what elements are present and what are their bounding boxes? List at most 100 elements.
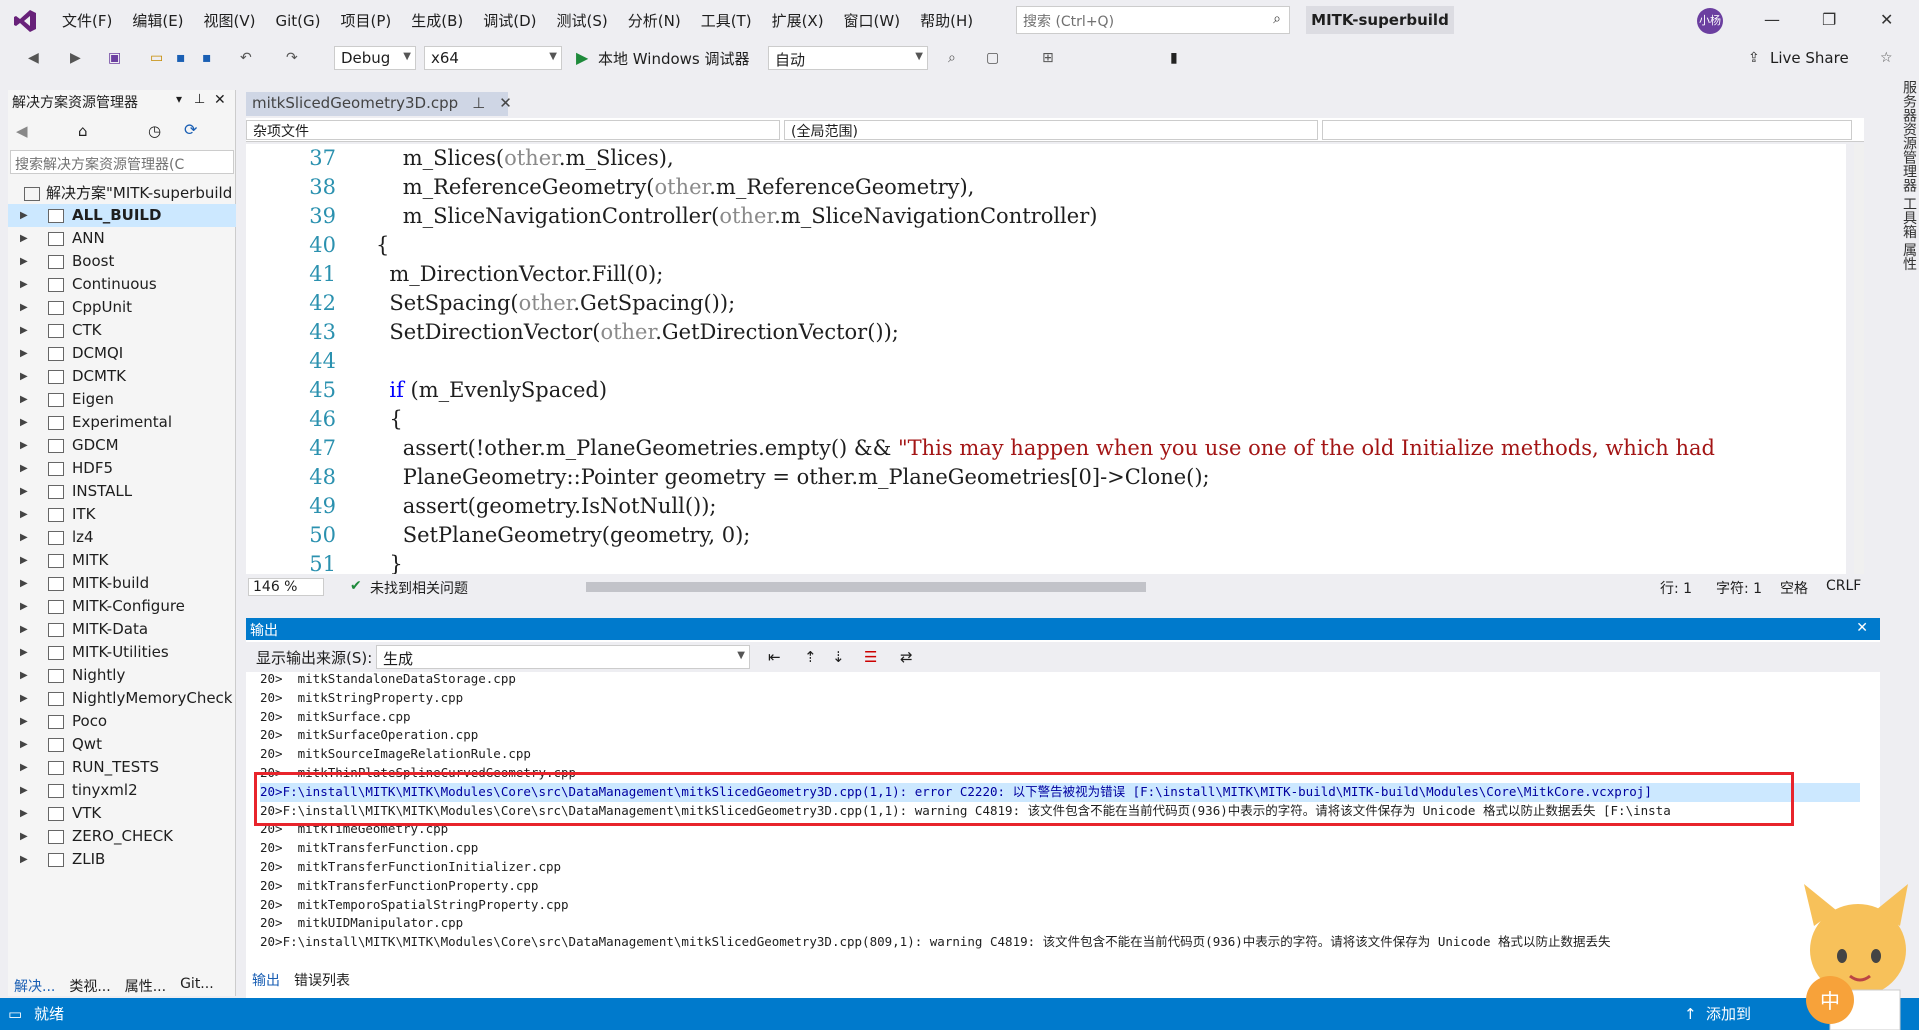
chevron-right-icon[interactable]: ▶: [20, 227, 28, 250]
tab-error-list[interactable]: 错误列表: [294, 970, 350, 990]
output-line[interactable]: 20> mitkUIDManipulator.cpp: [260, 914, 1860, 933]
tree-item[interactable]: ▶ HDF5: [8, 457, 236, 480]
minimize-icon[interactable]: —: [1764, 10, 1780, 29]
chevron-right-icon[interactable]: ▶: [20, 710, 28, 733]
output-line[interactable]: 20> mitkTransferFunction.cpp: [260, 839, 1860, 858]
tree-item[interactable]: ▶ DCMQI: [8, 342, 236, 365]
tab-properties[interactable]: 属性...: [125, 976, 166, 996]
tab-class-view[interactable]: 类视...: [69, 976, 110, 996]
chevron-right-icon[interactable]: ▶: [20, 480, 28, 503]
tree-item[interactable]: ▶ lz4: [8, 526, 236, 549]
tree-item[interactable]: ▶ CTK: [8, 319, 236, 342]
save-all-icon[interactable]: ▪: [202, 50, 212, 66]
tree-item[interactable]: ▶ GDCM: [8, 434, 236, 457]
chevron-right-icon[interactable]: ▶: [20, 457, 28, 480]
output-line[interactable]: 20> mitkTemporoSpatialStringProperty.cpp: [260, 896, 1860, 915]
row-indicator[interactable]: 行: 1: [1660, 578, 1692, 598]
menu-view[interactable]: 视图(V): [194, 10, 266, 32]
undo-icon[interactable]: ↶: [240, 50, 252, 66]
tab-editor-file[interactable]: mitkSlicedGeometry3D.cpp ⊥ ✕: [246, 92, 512, 116]
source-control-icon[interactable]: ↑: [1684, 998, 1697, 1030]
bookmark-icon[interactable]: ▮: [1170, 50, 1178, 66]
config-select[interactable]: Debug ▼: [334, 46, 416, 70]
tree-item[interactable]: ▶ Poco: [8, 710, 236, 733]
chevron-right-icon[interactable]: ▶: [20, 250, 28, 273]
menu-file[interactable]: 文件(F): [52, 10, 122, 32]
tree-item[interactable]: ▶ DCMTK: [8, 365, 236, 388]
back-icon[interactable]: ◀: [28, 50, 39, 66]
chevron-right-icon[interactable]: ▶: [20, 365, 28, 388]
chevron-right-icon[interactable]: ▶: [20, 342, 28, 365]
back-icon[interactable]: ◀: [16, 122, 28, 140]
solution-search-input[interactable]: 搜索解决方案资源管理器(C: [10, 150, 234, 174]
menu-window[interactable]: 窗口(W): [834, 10, 911, 32]
menu-git[interactable]: Git(G): [266, 10, 331, 32]
chevron-right-icon[interactable]: ▶: [20, 503, 28, 526]
pin-icon[interactable]: ⊥: [472, 94, 485, 112]
platform-select[interactable]: x64 ▼: [424, 46, 562, 70]
tree-item[interactable]: ▶ VTK: [8, 802, 236, 825]
chevron-right-icon[interactable]: ▶: [20, 595, 28, 618]
menu-extensions[interactable]: 扩展(X): [762, 10, 834, 32]
browser-icon[interactable]: ▢: [986, 50, 999, 66]
play-icon[interactable]: ▶: [576, 48, 588, 67]
chevron-right-icon[interactable]: ▶: [20, 549, 28, 572]
add-to-source-control[interactable]: 添加到: [1706, 998, 1751, 1030]
solution-root[interactable]: 解决方案"MITK-superbuild: [24, 182, 234, 203]
prev-message-icon[interactable]: ⇡: [804, 648, 817, 666]
chevron-right-icon[interactable]: ▶: [20, 296, 28, 319]
start-debugger-button[interactable]: 本地 Windows 调试器: [598, 48, 750, 69]
new-project-icon[interactable]: ▣: [108, 50, 121, 66]
tree-item[interactable]: ▶ Eigen: [8, 388, 236, 411]
chevron-right-icon[interactable]: ▶: [20, 526, 28, 549]
save-icon[interactable]: ▪: [176, 50, 186, 66]
nav-file-select[interactable]: 杂项文件: [246, 120, 780, 140]
output-line[interactable]: 20> mitkStringProperty.cpp: [260, 689, 1860, 708]
issues-status[interactable]: 未找到相关问题: [370, 578, 468, 598]
chevron-right-icon[interactable]: ▶: [20, 434, 28, 457]
chevron-right-icon[interactable]: ▶: [20, 618, 28, 641]
word-wrap-icon[interactable]: ⇄: [900, 648, 913, 666]
menu-project[interactable]: 项目(P): [331, 10, 402, 32]
menu-debug[interactable]: 调试(D): [473, 10, 546, 32]
chevron-right-icon[interactable]: ▶: [20, 572, 28, 595]
close-icon[interactable]: ✕: [1880, 10, 1893, 29]
next-message-icon[interactable]: ⇣: [832, 648, 845, 666]
search-input[interactable]: 搜索 (Ctrl+Q) ⌕: [1016, 6, 1290, 34]
maximize-icon[interactable]: ❐: [1822, 10, 1836, 29]
tree-item[interactable]: ▶ RUN_TESTS: [8, 756, 236, 779]
horizontal-scrollbar[interactable]: [586, 582, 1146, 592]
nav-member-select[interactable]: [1322, 120, 1852, 140]
menu-build[interactable]: 生成(B): [401, 10, 473, 32]
output-line[interactable]: 20> mitkTransferFunctionProperty.cpp: [260, 877, 1860, 896]
tree-item[interactable]: ▶ ANN: [8, 227, 236, 250]
live-share-icon[interactable]: ⇪: [1748, 50, 1760, 66]
nav-scope-select[interactable]: (全局范围): [784, 120, 1318, 140]
code-area[interactable]: 37 m_Slices(other.m_Slices), 38 m_Referen…: [246, 144, 1846, 574]
tree-item[interactable]: ▶ Boost: [8, 250, 236, 273]
menu-edit[interactable]: 编辑(E): [122, 10, 193, 32]
tree-item[interactable]: ▶ MITK-build: [8, 572, 236, 595]
tree-item[interactable]: ▶ ZERO_CHECK: [8, 825, 236, 848]
menu-analyze[interactable]: 分析(N): [618, 10, 691, 32]
close-icon[interactable]: ✕: [1856, 620, 1868, 636]
tree-item[interactable]: ▶ Qwt: [8, 733, 236, 756]
tree-item[interactable]: ▶ ITK: [8, 503, 236, 526]
find-icon[interactable]: ⌕: [948, 50, 956, 66]
chevron-right-icon[interactable]: ▶: [20, 319, 28, 342]
chevron-right-icon[interactable]: ▶: [20, 273, 28, 296]
vertical-scrollbar[interactable]: [1854, 144, 1864, 574]
forward-icon[interactable]: ▶: [70, 50, 81, 66]
tree-item[interactable]: ▶ MITK-Utilities: [8, 641, 236, 664]
history-icon[interactable]: ◷: [148, 122, 161, 140]
dropdown-icon[interactable]: ▾: [176, 92, 182, 106]
tree-item[interactable]: ▶ Continuous: [8, 273, 236, 296]
col-indicator[interactable]: 字符: 1: [1716, 578, 1762, 598]
open-folder-icon[interactable]: ▭: [150, 50, 163, 66]
pin-icon[interactable]: ⊥: [194, 92, 205, 107]
chevron-right-icon[interactable]: ▶: [20, 664, 28, 687]
tab-git[interactable]: Git...: [180, 976, 214, 996]
output-source-select[interactable]: 生成 ▼: [376, 645, 750, 669]
output-line[interactable]: 20> mitkStandaloneDataStorage.cpp: [260, 670, 1860, 689]
tree-item[interactable]: ▶ Nightly: [8, 664, 236, 687]
